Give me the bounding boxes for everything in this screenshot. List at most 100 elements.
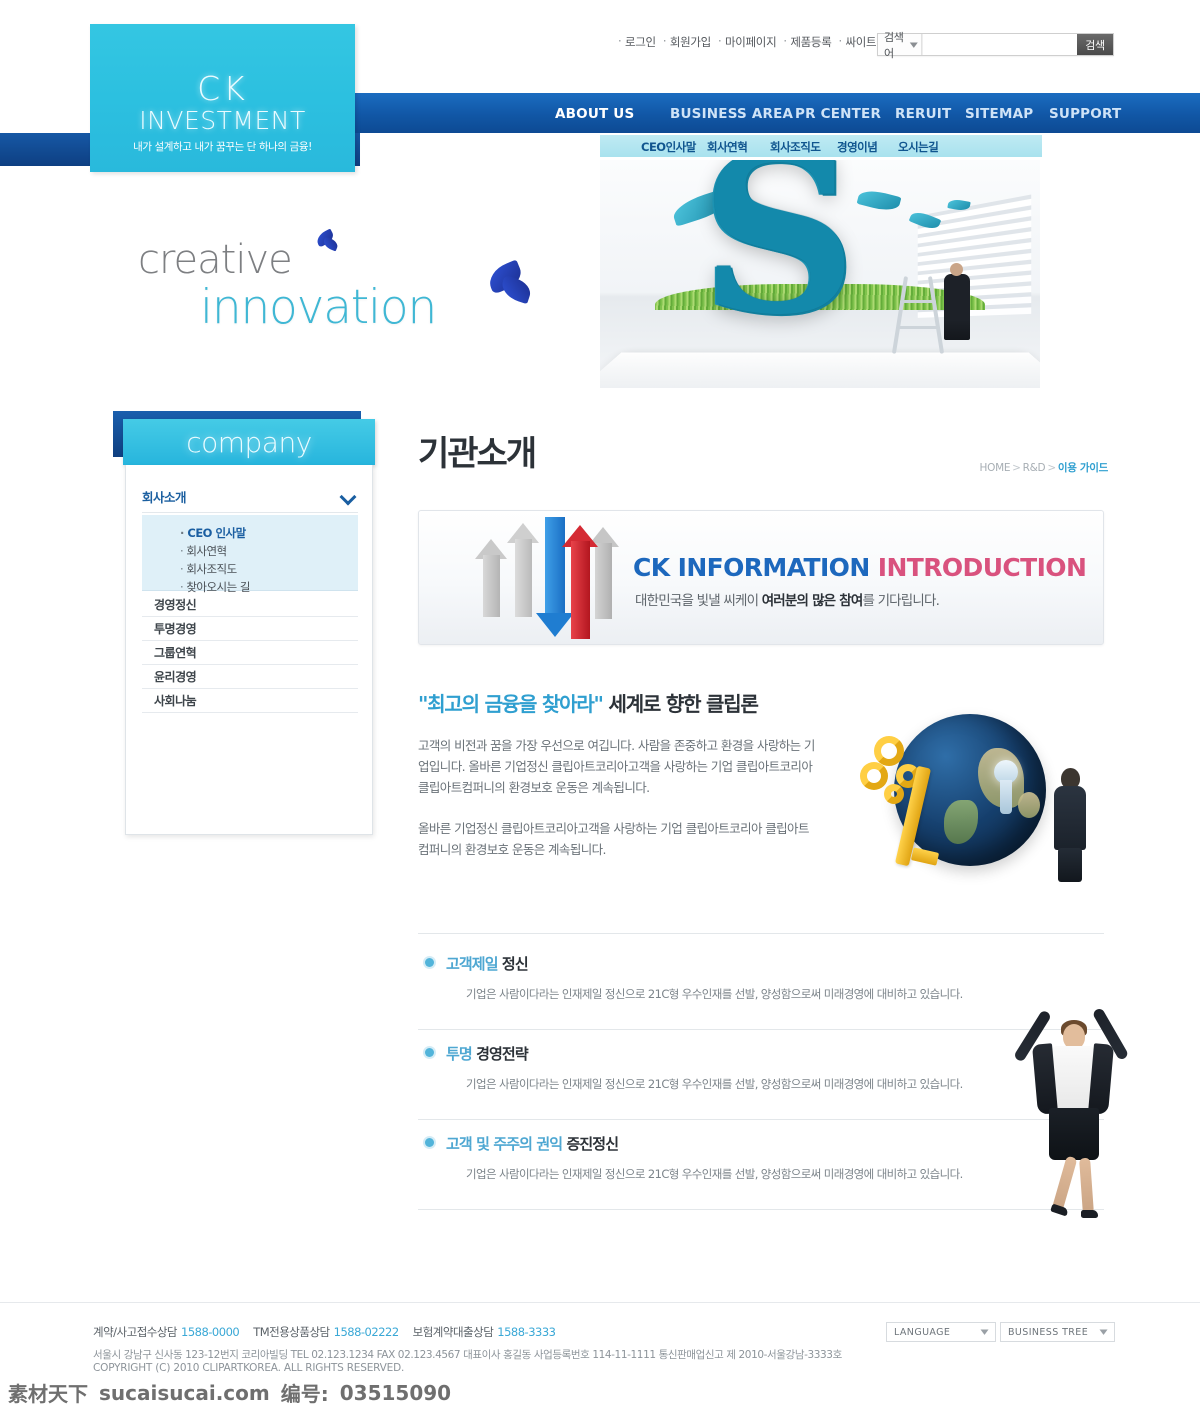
breadcrumb-home[interactable]: HOME: [980, 462, 1011, 474]
footer-language-select[interactable]: LANGUAGE ▼: [886, 1322, 996, 1342]
sidebar-sub-item-org[interactable]: 회사조직도: [180, 560, 358, 578]
intro-paragraph-2: 올바른 기업정신 클립아트코리아고객을 사랑하는 기업 클립아트코리아 클립아트…: [418, 821, 809, 857]
sidebar-header: company: [123, 419, 375, 465]
feature-heading-rest: 증진정신: [562, 1135, 619, 1153]
logo-text-ck: CK: [197, 69, 248, 108]
nav-item-pr-center[interactable]: PR CENTER: [795, 106, 881, 122]
chevron-down-icon: ▼: [909, 40, 918, 49]
site-logo[interactable]: CK INVESTMENT 내가 설계하고 내가 꿈꾸는 단 하나의 금융!: [90, 24, 355, 172]
watermark-cn: 素材天下: [8, 1382, 88, 1406]
sidebar-section-header[interactable]: 회사소개: [142, 481, 358, 513]
utility-link-product[interactable]: 제품등록: [783, 34, 838, 50]
footer-contact-number-2: 1588-02222: [333, 1325, 400, 1339]
main-navigation: ABOUT US BUSINESS AREA PR CENTER RERUIT …: [352, 93, 1200, 133]
breadcrumb-current: 이용 가이드: [1057, 462, 1108, 474]
divider: [418, 1119, 1104, 1120]
search-input[interactable]: [921, 34, 1077, 55]
sidebar-sub-items: CEO 인사말 회사연혁 회사조직도 찾아오시는 길: [142, 515, 358, 594]
hero-businessman: [944, 263, 970, 340]
footer-copyright: COPYRIGHT (C) 2010 CLIPARTKOREA. ALL RIG…: [93, 1362, 405, 1374]
nav-item-business-area[interactable]: BUSINESS AREA: [670, 106, 793, 122]
hero-slogan-line2: innovation: [200, 280, 437, 335]
hero-banner: creative innovation S: [0, 160, 1200, 405]
footer: 계약/사고접수상담 1588-0000 TM전용상품상담 1588-02222 보험계약…: [0, 1302, 1200, 1382]
footer-contact-numbers: 계약/사고접수상담 1588-0000 TM전용상품상담 1588-02222 보험계약…: [93, 1324, 569, 1340]
footer-business-tree-label: BUSINESS TREE: [1008, 1326, 1089, 1338]
nav-item-support[interactable]: SUPPORT: [1049, 106, 1121, 122]
hero-slogan: creative innovation: [138, 237, 437, 335]
chevron-down-icon[interactable]: [341, 491, 358, 502]
banner-title-secondary: INTRODUCTION: [877, 553, 1087, 582]
globe-key-illustration: [852, 710, 1096, 888]
keyhole-icon: [994, 760, 1018, 814]
banner-title: CK INFORMATION INTRODUCTION: [633, 553, 1087, 582]
subnav-item-history[interactable]: 회사연혁: [707, 139, 748, 155]
breadcrumb: HOME > R&D > 이용 가이드: [979, 462, 1109, 474]
divider: [418, 1209, 1104, 1210]
sidebar-item-management-spirit[interactable]: 경영정신: [142, 593, 358, 617]
footer-contact-label-3: 보험계약대출상담: [412, 1325, 494, 1339]
subnav-item-ceo-message[interactable]: CEO인사말: [641, 139, 696, 155]
feature-heading: 투명 경영전략: [418, 1043, 1104, 1064]
footer-contact-number-3: 1588-3333: [497, 1325, 556, 1339]
footer-language-label: LANGUAGE: [894, 1326, 951, 1338]
businessman-figure: [1050, 764, 1090, 882]
utility-link-join[interactable]: 회원가입: [663, 34, 718, 50]
watermark-id: 03515090: [339, 1380, 452, 1405]
feature-description: 기업은 사람이다라는 인재제일 정신으로 21C형 우수인재를 선발, 양성함으…: [466, 1077, 963, 1091]
search-category-label: 검색어: [884, 30, 904, 60]
watermark-id-label: 编号:: [280, 1382, 329, 1406]
feature-heading-rest: 정신: [497, 955, 529, 973]
utility-link-mypage[interactable]: 마이페이지: [718, 34, 783, 50]
intro-section: "최고의 금융을 찾아라" 세계로 향한 클립론 고객의 비전과 꿈을 가장 우…: [418, 688, 1104, 882]
intro-heading-highlight: "최고의 금융을 찾아라": [418, 692, 604, 716]
subnav-item-org-chart[interactable]: 회사조직도: [770, 139, 821, 155]
banner-subtitle-bold: 여러분의 많은 참여: [761, 593, 864, 609]
footer-address: 서울시 강남구 신사동 123-12번지 코리아빌딩 TEL 02.123.12…: [93, 1349, 842, 1361]
sidebar-sub-item-ceo[interactable]: CEO 인사말: [180, 524, 358, 542]
sidebar: company 회사소개 CEO 인사말 회사연혁 회사조직도 찾아오시는 길 …: [113, 411, 375, 835]
sidebar-section-label: 회사소개: [142, 490, 187, 505]
intro-paragraph-1: 고객의 비전과 꿈을 가장 우선으로 여깁니다. 사람을 존중하고 환경을 사랑…: [418, 738, 815, 795]
sidebar-item-group-history[interactable]: 그룹연혁: [142, 641, 358, 665]
page-title: 기관소개: [418, 434, 537, 474]
breadcrumb-mid[interactable]: R&D: [1023, 462, 1046, 474]
hero-image-topiary-s: S: [600, 160, 1040, 388]
footer-contact-label-1: 계약/사고접수상담: [93, 1325, 178, 1339]
nav-item-reruit[interactable]: RERUIT: [895, 106, 951, 122]
stock-site-watermark: 素材天下 sucaisucai.com 编号: 03515090: [0, 1374, 1200, 1411]
banner-title-primary: CK INFORMATION: [633, 553, 870, 582]
sidebar-items: 경영정신 투명경영 그룹연혁 윤리경영 사회나눔: [142, 593, 358, 713]
feature-heading-highlight: 고객 및 주주의 권익: [446, 1135, 563, 1153]
search-button[interactable]: 검색: [1076, 34, 1113, 55]
search-category-select[interactable]: 검색어 ▼: [878, 31, 922, 60]
sidebar-item-ethical-mgmt[interactable]: 윤리경영: [142, 665, 358, 689]
feature-item-2: 투명 경영전략 기업은 사람이다라는 인재제일 정신으로 21C형 우수인재를 …: [418, 1043, 1104, 1092]
nav-item-sitemap[interactable]: SITEMAP: [965, 106, 1033, 122]
banner-subtitle: 대한민국을 빛낼 씨케이 여러분의 많은 참여를 기다립니다.: [635, 589, 940, 609]
feature-heading-rest: 경영전략: [471, 1045, 529, 1063]
sidebar-item-social-sharing[interactable]: 사회나눔: [142, 689, 358, 713]
watermark-site: sucaisucai.com: [99, 1380, 270, 1405]
intro-banner: CK INFORMATION INTRODUCTION 대한민국을 빛낼 씨케이…: [418, 510, 1104, 645]
footer-contact-label-2: TM전용상품상담: [253, 1325, 330, 1339]
subnav-item-philosophy[interactable]: 경영이념: [837, 139, 878, 155]
banner-subtitle-post: 를 기다립니다.: [862, 593, 940, 609]
feature-description: 기업은 사람이다라는 인재제일 정신으로 21C형 우수인재를 선발, 양성함으…: [466, 1167, 963, 1181]
feature-heading-highlight: 고객제일: [446, 955, 499, 973]
utility-link-login[interactable]: 로그인: [618, 34, 663, 50]
nav-item-about-us[interactable]: ABOUT US: [555, 106, 634, 122]
hero-s-sculpture: S: [700, 160, 857, 363]
footer-business-tree-select[interactable]: BUSINESS TREE ▼: [1000, 1322, 1115, 1342]
banner-subtitle-pre: 대한민국을 빛낼 씨케이: [635, 593, 762, 609]
logo-text-investment: INVESTMENT: [139, 106, 306, 135]
utility-links: 로그인 회원가입 마이페이지 제품등록 싸이트맵: [618, 34, 894, 50]
sidebar-title: company: [186, 426, 312, 459]
hero-slogan-line1: creative: [138, 237, 293, 283]
sidebar-sub-item-history[interactable]: 회사연혁: [180, 542, 358, 560]
subnav-item-directions[interactable]: 오시는길: [898, 139, 939, 155]
logo-tagline: 내가 설계하고 내가 꿈꾸는 단 하나의 금융!: [133, 141, 312, 153]
chevron-down-icon: ▼: [980, 1328, 990, 1336]
sidebar-item-transparent-mgmt[interactable]: 투명경영: [142, 617, 358, 641]
chevron-down-icon: ▼: [1099, 1328, 1109, 1336]
